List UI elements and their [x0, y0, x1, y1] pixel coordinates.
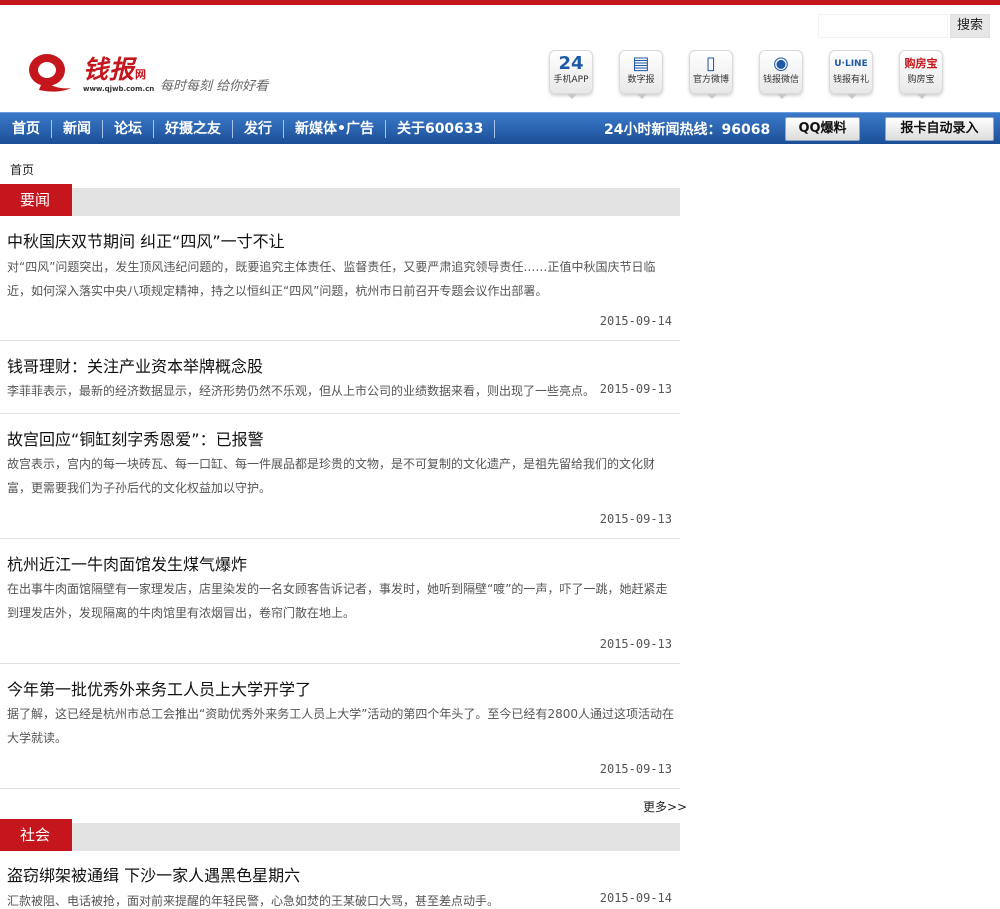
list-item: 盗窃绑架被通缉 下沙一家人遇黑色星期六 汇款被阻、电话被抢，面对前来提醒的年轻民… — [0, 851, 680, 909]
news-hotline: 24小时新闻热线：96068 — [604, 122, 771, 138]
logo-url: www.qjwb.com.cn — [83, 85, 155, 93]
breadcrumb[interactable]: 首页 — [10, 161, 34, 178]
search-input[interactable] — [818, 14, 948, 38]
article-title[interactable]: 中秋国庆双节期间 纠正“四风”一寸不让 — [7, 228, 285, 252]
app-link-house[interactable]: 购房宝 购房宝 — [899, 50, 943, 99]
list-item: 今年第一批优秀外来务工人员上大学开学了 据了解，这已经是杭州市总工会推出“资助优… — [0, 664, 680, 789]
section-header-society: 社会 — [0, 819, 680, 851]
logo-q-icon — [29, 54, 71, 92]
mobile-weibo-icon: ▯ — [706, 53, 716, 74]
top-accent-stripe — [0, 0, 1000, 5]
article-date: 2015-09-13 — [599, 512, 672, 526]
logo-text: 钱报网 — [83, 55, 148, 84]
nav-item-forum[interactable]: 论坛 — [103, 120, 154, 138]
list-item: 杭州近江一牛肉面馆发生煤气爆炸 在出事牛肉面馆隔壁有一家理发店，店里染发的一名女… — [0, 539, 680, 664]
list-item: 中秋国庆双节期间 纠正“四风”一寸不让 对“四风”问题突出，发生顶风违纪问题的，… — [0, 216, 680, 341]
list-item: 钱哥理财：关注产业资本举牌概念股 李菲菲表示，最新的经济数据显示，经济形势仍然不… — [0, 341, 680, 414]
article-date: 2015-09-13 — [599, 637, 672, 651]
article-title[interactable]: 今年第一批优秀外来务工人员上大学开学了 — [7, 676, 311, 700]
site-logo[interactable]: 钱报网 www.qjwb.com.cn 每时每刻 给你好看 — [25, 48, 270, 98]
app-link-wechat[interactable]: ◉ 钱报微信 — [759, 50, 803, 99]
article-summary: 故宫表示，宫内的每一块砖瓦、每一口缸、每一件展品都是珍贵的文物，是不可复制的文化… — [7, 457, 656, 495]
nav-item-photo-friends[interactable]: 好摄之友 — [154, 120, 233, 138]
qq-report-button[interactable]: QQ爆料 — [785, 117, 860, 141]
nav-item-news[interactable]: 新闻 — [52, 120, 103, 138]
article-title[interactable]: 杭州近江一牛肉面馆发生煤气爆炸 — [7, 551, 247, 575]
article-title[interactable]: 盗窃绑架被通缉 下沙一家人遇黑色星期六 — [7, 862, 300, 886]
wechat-icon: ◉ — [773, 53, 789, 74]
section-tag[interactable]: 社会 — [0, 819, 72, 851]
article-date: 2015-09-14 — [599, 314, 672, 328]
app-link-digital-paper[interactable]: ▤ 数字报 — [619, 50, 663, 99]
article-summary: 汇款被阻、电话被抢，面对前来提醒的年轻民警，心急如焚的王某破口大骂，甚至差点动手… — [7, 894, 500, 908]
logo-slogan: 每时每刻 给你好看 — [160, 79, 269, 94]
article-summary: 在出事牛肉面馆隔壁有一家理发店，店里染发的一名女顾客告诉记者，事发时，她听到隔壁… — [7, 582, 668, 620]
article-summary: 据了解，这已经是杭州市总工会推出“资助优秀外来务工人员上大学”活动的第四个年头了… — [7, 707, 674, 745]
article-date: 2015-09-13 — [599, 762, 672, 776]
u-line-icon: U·LINE — [834, 59, 868, 69]
app-link-mobile-app[interactable]: 24 手机APP — [549, 50, 593, 99]
article-date: 2015-09-14 — [599, 891, 672, 905]
article-summary: 对“四风”问题突出，发生顶风违纪问题的，既要追究主体责任、监督责任，又要严肃追究… — [7, 260, 656, 298]
search-button[interactable]: 搜索 — [950, 14, 990, 38]
article-title[interactable]: 故宫回应“铜缸刻字秀恩爱”：已报警 — [7, 426, 264, 450]
list-item: 故宫回应“铜缸刻字秀恩爱”：已报警 故宫表示，宫内的每一块砖瓦、每一口缸、每一件… — [0, 414, 680, 539]
article-title[interactable]: 钱哥理财：关注产业资本举牌概念股 — [7, 353, 263, 377]
section-tag[interactable]: 要闻 — [0, 184, 72, 216]
house-buying-icon: 购房宝 — [904, 57, 938, 70]
app-link-uline[interactable]: U·LINE 钱报有礼 — [829, 50, 873, 99]
digital-paper-icon: ▤ — [632, 53, 650, 74]
app-link-weibo[interactable]: ▯ 官方微博 — [689, 50, 733, 99]
nav-item-distribution[interactable]: 发行 — [233, 120, 284, 138]
main-nav-bar: 首页 新闻 论坛 好摄之友 发行 新媒体•广告 关于600633 24小时新闻热… — [0, 112, 1000, 144]
section-header-headlines: 要闻 — [0, 184, 680, 216]
article-date: 2015-09-13 — [599, 382, 672, 396]
nav-item-home[interactable]: 首页 — [0, 120, 52, 138]
more-link[interactable]: 更多>> — [643, 798, 687, 815]
card-register-button[interactable]: 报卡自动录入 — [885, 117, 994, 141]
nav-item-new-media-ads[interactable]: 新媒体•广告 — [284, 120, 386, 138]
article-summary: 李菲菲表示，最新的经济数据显示，经济形势仍然不乐观，但从上市公司的业绩数据来看，… — [7, 384, 596, 398]
phone-24-icon: 24 — [558, 53, 584, 74]
nav-item-about[interactable]: 关于600633 — [386, 120, 496, 138]
